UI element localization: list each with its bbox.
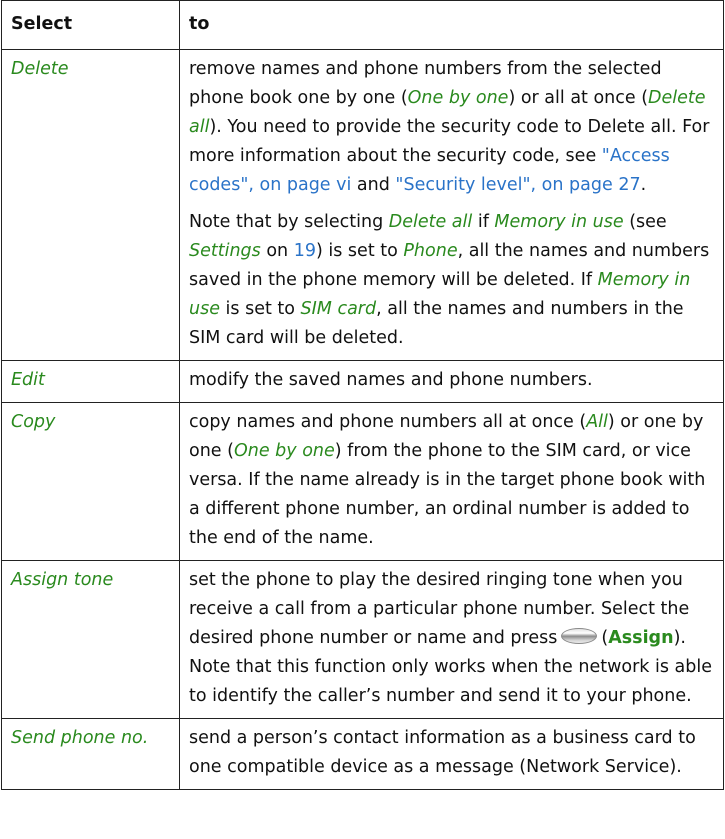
option-term: Phone	[403, 241, 458, 261]
option-description: modify the saved names and phone numbers…	[179, 360, 724, 403]
option-name: Copy	[1, 402, 180, 561]
softkey-label-assign: Assign	[608, 628, 674, 648]
option-name: Send phone no.	[1, 718, 180, 790]
link-security-level[interactable]: "Security level", on page 27	[395, 175, 640, 195]
option-description: send a person’s contact information as a…	[179, 718, 724, 790]
option-term: Delete all	[388, 212, 473, 232]
note-paragraph: Note that by selecting Delete all if Mem…	[189, 212, 710, 348]
table-row: Assign tone set the phone to play the de…	[1, 560, 724, 719]
option-description: set the phone to play the desired ringin…	[179, 560, 724, 719]
option-term: All	[586, 412, 608, 432]
option-send-phone-no: Send phone no.	[11, 728, 149, 748]
option-assign-tone: Assign tone	[11, 570, 114, 590]
table-header-row: Select to	[1, 0, 724, 50]
option-delete: Delete	[11, 59, 69, 79]
option-name: Delete	[1, 49, 180, 361]
option-term: One by one	[407, 88, 509, 108]
option-copy: Copy	[11, 412, 56, 432]
option-description: remove names and phone numbers from the …	[179, 49, 724, 361]
description-paragraph: remove names and phone numbers from the …	[189, 59, 710, 195]
option-term: Memory in use	[494, 212, 624, 232]
table-row: Send phone no. send a person’s contact i…	[1, 718, 724, 790]
phone-book-options-table: Select to Delete remove names and phone …	[1, 0, 724, 790]
header-to: to	[179, 0, 724, 50]
option-description: copy names and phone numbers all at once…	[179, 402, 724, 561]
table-row: Copy copy names and phone numbers all at…	[1, 402, 724, 561]
option-term: SIM card	[300, 299, 377, 319]
option-edit: Edit	[11, 370, 45, 390]
header-select: Select	[1, 0, 180, 50]
option-name: Edit	[1, 360, 180, 403]
selection-key-icon	[561, 628, 598, 644]
link-page-19[interactable]: 19	[294, 241, 316, 261]
option-name: Assign tone	[1, 560, 180, 719]
option-term: Settings	[189, 241, 261, 261]
table-row: Delete remove names and phone numbers fr…	[1, 49, 724, 361]
table-row: Edit modify the saved names and phone nu…	[1, 360, 724, 403]
option-term: One by one	[233, 441, 335, 461]
